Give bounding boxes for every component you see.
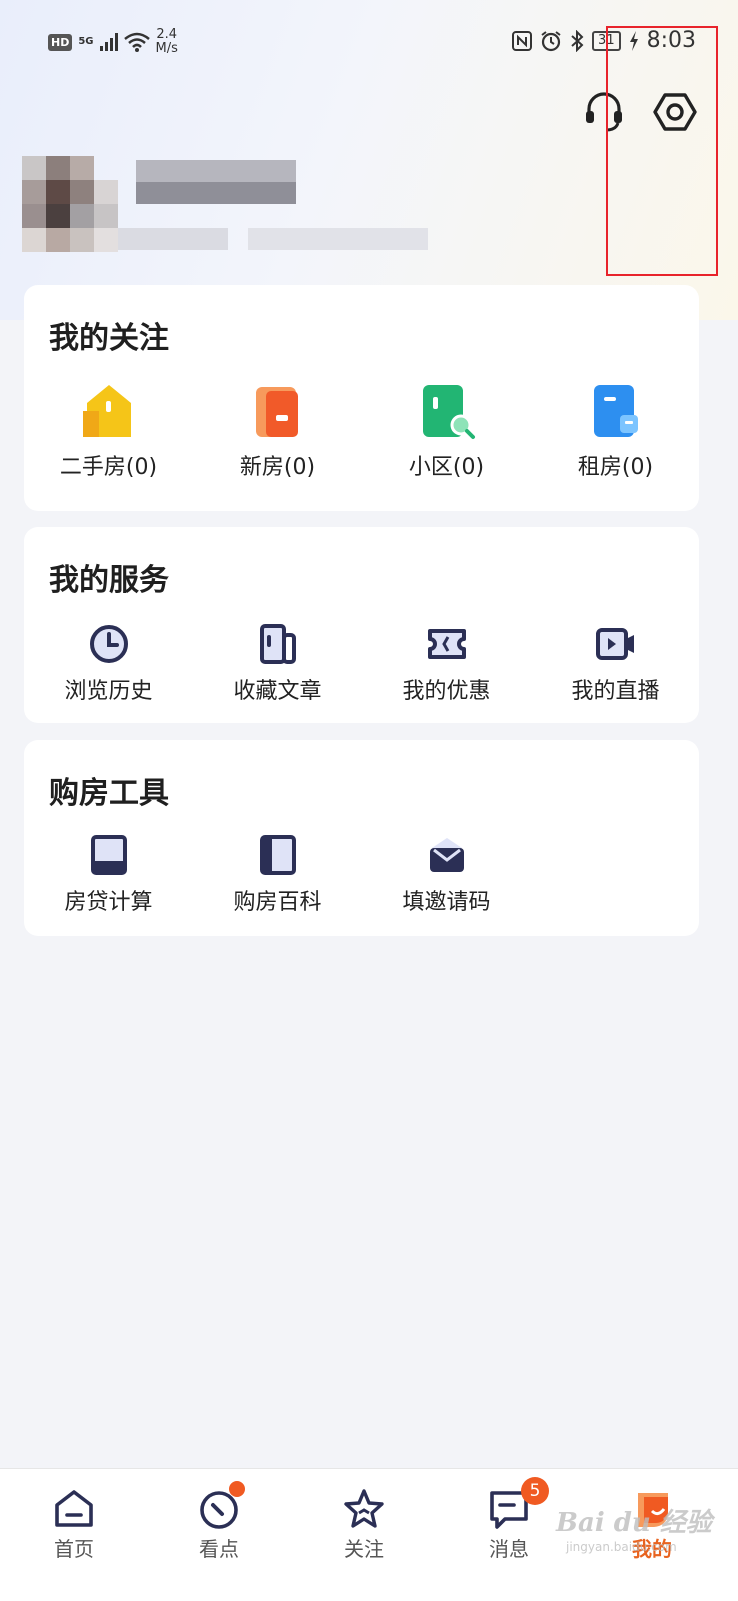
service-item-live[interactable]: 我的直播 [531, 623, 700, 705]
follow-card: 我的关注 二手房(0) 新房(0) 小区(0) 租房(0) [24, 285, 699, 511]
follow-item-community[interactable]: 小区(0) [362, 381, 531, 481]
service-item-coupons[interactable]: 我的优惠 [362, 623, 531, 705]
tools-item-encyclopedia[interactable]: 购房百科 [193, 834, 362, 916]
follow-item-second-hand[interactable]: 二手房(0) [24, 381, 193, 481]
service-item-history[interactable]: 浏览历史 [24, 623, 193, 705]
notification-dot [229, 1481, 245, 1497]
nav-label: 关注 [344, 1537, 384, 1561]
status-left: HD 5G 2.4 M/s [48, 28, 178, 56]
service-label: 浏览历史 [64, 679, 153, 704]
service-label: 收藏文章 [233, 679, 322, 704]
tools-item-mortgage[interactable]: 房贷计算 [24, 834, 193, 916]
star-icon [344, 1489, 384, 1528]
wifi-icon [123, 32, 150, 52]
home-icon [55, 1490, 93, 1527]
service-card: 我的服务 浏览历史 收藏文章 我的优惠 我的直播 [24, 527, 699, 723]
speed-unit: M/s [155, 41, 178, 56]
follow-title: 我的关注 [49, 321, 169, 356]
follow-item-new-house[interactable]: 新房(0) [193, 381, 362, 481]
user-profile[interactable] [22, 156, 442, 256]
second-hand-house-icon [82, 385, 131, 437]
rent-house-icon [593, 385, 638, 437]
tools-label: 购房百科 [233, 890, 322, 915]
nav-label: 看点 [199, 1537, 239, 1561]
nav-discover[interactable]: 看点 [145, 1469, 293, 1601]
service-label: 我的优惠 [402, 679, 491, 704]
service-label: 我的直播 [571, 679, 660, 704]
watermark: Bai du 经验 [556, 1508, 712, 1538]
nav-follow[interactable]: 关注 [290, 1469, 438, 1601]
community-icon [422, 385, 475, 439]
envelope-icon [429, 838, 464, 872]
follow-label: 租房(0) [577, 455, 654, 480]
calculator-icon [90, 835, 127, 875]
service-item-articles[interactable]: 收藏文章 [193, 623, 362, 705]
follow-label: 新房(0) [239, 455, 316, 480]
follow-label: 二手房(0) [59, 455, 158, 480]
tools-card: 购房工具 房贷计算 购房百科 填邀请码 [24, 740, 699, 936]
tools-label: 填邀请码 [402, 890, 491, 915]
highlight-annotation [606, 26, 718, 276]
tools-label: 房贷计算 [64, 890, 153, 915]
book-icon [259, 835, 296, 875]
network-type: 5G [78, 36, 94, 47]
hd-badge: HD [48, 33, 73, 51]
nfc-icon [512, 30, 533, 51]
tools-item-invite[interactable]: 填邀请码 [362, 834, 531, 916]
nav-label: 首页 [54, 1537, 94, 1561]
message-badge: 5 [521, 1477, 549, 1505]
signal-icon [99, 33, 118, 51]
service-title: 我的服务 [49, 563, 169, 598]
article-icon [259, 624, 296, 664]
speed-value: 2.4 [156, 27, 178, 42]
nav-home[interactable]: 首页 [0, 1469, 148, 1601]
network-speed: 2.4 M/s [156, 28, 178, 56]
bluetooth-icon [571, 29, 584, 52]
follow-item-rent[interactable]: 租房(0) [531, 381, 700, 481]
watermark-url: jingyan.baidu.com [566, 1540, 677, 1554]
follow-label: 小区(0) [408, 455, 485, 480]
ticket-icon [427, 629, 466, 659]
video-icon [595, 628, 634, 660]
clock-icon [89, 625, 128, 663]
tools-title: 购房工具 [49, 776, 169, 811]
new-house-icon [255, 387, 298, 437]
alarm-icon [541, 30, 561, 51]
